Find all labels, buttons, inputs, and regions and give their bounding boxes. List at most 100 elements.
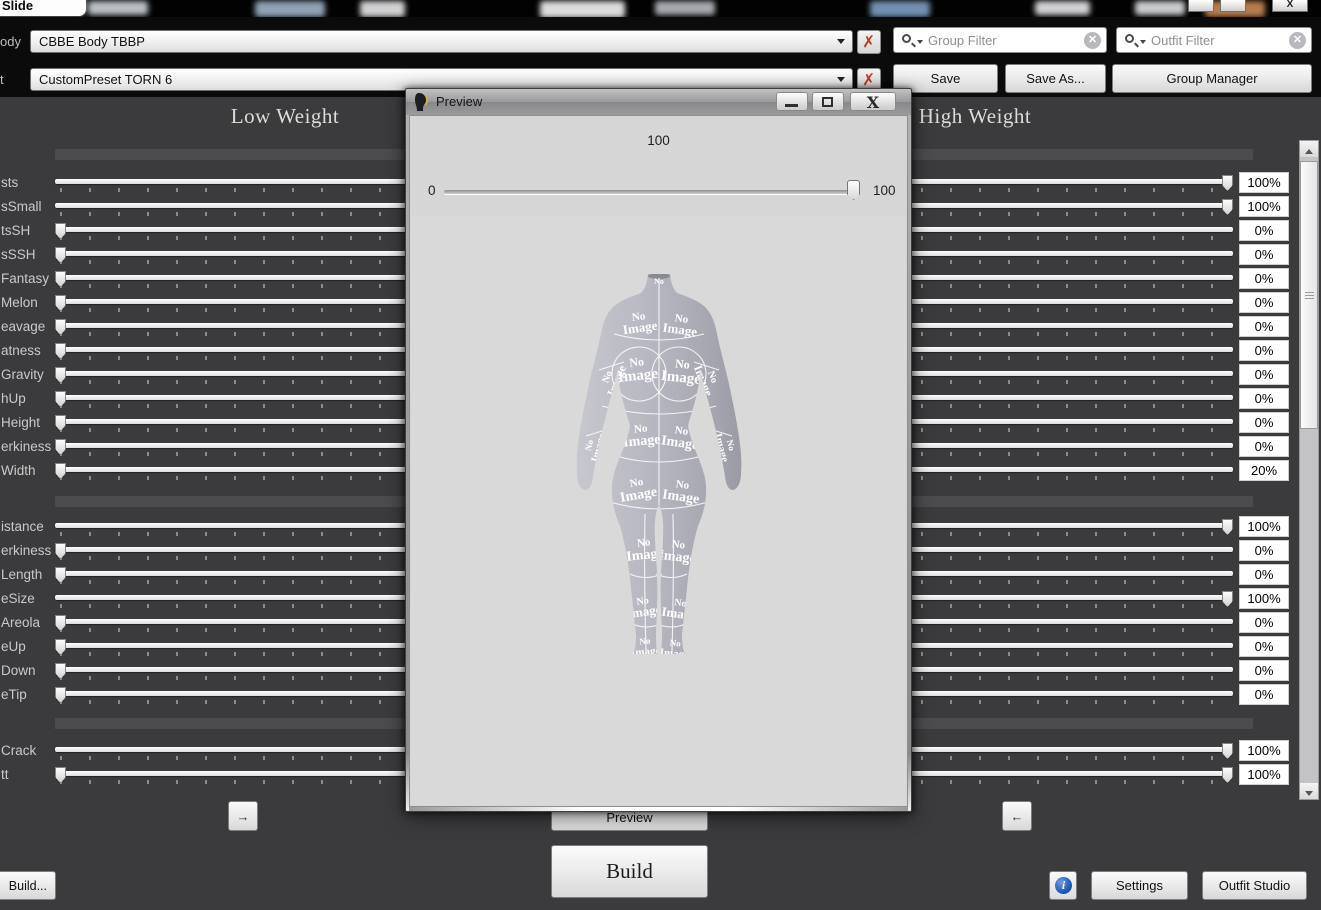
scroll-up-arrow[interactable] [1300,141,1318,157]
slider-label: eTip [1,687,27,702]
slider-value[interactable]: 0% [1239,268,1289,289]
send-high-to-low-button[interactable]: ← [1002,801,1032,831]
taskbar-thumbnail [655,1,715,15]
slider-value[interactable]: 0% [1239,540,1289,561]
slider-value[interactable]: 0% [1239,292,1289,313]
slider-value[interactable]: 0% [1239,612,1289,633]
preview-weight-slider-thumb[interactable] [847,180,860,200]
slider-value[interactable]: 0% [1239,388,1289,409]
slider-value[interactable]: 0% [1239,436,1289,457]
preview-content: 100 0 100 [409,115,908,807]
slider-label: sts [1,175,18,190]
slider-value[interactable]: 100% [1239,516,1289,537]
slider-value[interactable]: 0% [1239,364,1289,385]
taskbar-app-pill[interactable]: Slide [0,0,86,16]
svg-text:No: No [654,277,664,286]
slider-label: tsSH [1,223,30,238]
preview-weight-slider[interactable] [444,190,860,194]
preview-weight-min: 0 [428,183,436,198]
close-icon: X [867,93,879,112]
red-x-icon: ✗ [862,31,877,54]
preview-minimize-button[interactable] [776,92,808,111]
clear-group-filter-icon[interactable]: ✕ [1084,32,1101,49]
minimize-window-button[interactable] [1188,0,1214,12]
slider-label: atness [1,343,41,358]
delete-outfit-button[interactable]: ✗ [857,30,881,54]
slider-value[interactable]: 100% [1239,196,1289,217]
minimize-icon [785,104,798,107]
slider-label: hUp [1,391,26,406]
preview-maximize-button[interactable] [812,92,844,111]
search-options-chevron-icon[interactable] [1140,40,1146,44]
taskbar-thumbnail [1135,1,1185,15]
preview-titlebar[interactable]: Preview X [406,89,911,115]
slider-value[interactable]: 100% [1239,740,1289,761]
scrollbar-grip-icon [1305,292,1314,299]
body-model-preview[interactable]: No NoImage NoImage NoImage NoImage NoIma… [544,274,774,654]
chevron-down-icon [837,77,845,82]
outfit-filter-search[interactable]: ✕ [1116,27,1312,53]
background-taskbar: Slide X [0,0,1321,17]
slider-label: eavage [1,319,45,334]
slider-label: Crack [1,743,36,758]
scrollbar-thumb[interactable] [1300,161,1318,429]
slider-value[interactable]: 0% [1239,340,1289,361]
slider-label: Gravity [1,367,44,382]
preview-weight-value: 100 [410,133,907,148]
slider-label: Height [1,415,40,430]
preview-close-button[interactable]: X [850,92,896,111]
preview-weight-max: 100 [873,183,896,198]
build-button[interactable]: Build [551,845,708,898]
chevron-down-icon [837,39,845,44]
settings-button[interactable]: Settings [1091,871,1188,900]
close-window-button[interactable]: X [1272,0,1308,12]
modal-bottom-edge [409,807,908,811]
slider-value[interactable]: 0% [1239,660,1289,681]
info-icon: i [1055,877,1072,894]
slider-label: Width [1,463,36,478]
slider-value[interactable]: 100% [1239,172,1289,193]
slider-label: Areola [1,615,40,630]
vertical-scrollbar[interactable] [1299,140,1319,800]
slider-label: istance [1,519,44,534]
slider-value[interactable]: 0% [1239,244,1289,265]
about-button[interactable]: i [1049,871,1077,900]
slider-value[interactable]: 0% [1239,316,1289,337]
preview-3d-viewport[interactable]: No NoImage NoImage NoImage NoImage NoIma… [411,216,906,805]
clear-outfit-filter-icon[interactable]: ✕ [1289,32,1306,49]
group-manager-button[interactable]: Group Manager [1112,64,1312,93]
slider-value[interactable]: 0% [1239,564,1289,585]
save-as-button[interactable]: Save As... [1005,64,1106,93]
send-low-to-high-button[interactable]: → [228,801,258,831]
scroll-down-arrow[interactable] [1300,783,1318,799]
slider-value[interactable]: 0% [1239,684,1289,705]
slider-label: Down [1,663,36,678]
preset-dropdown-value: CustomPreset TORN 6 [39,72,172,87]
slider-label: sSmall [1,199,42,214]
search-options-chevron-icon[interactable] [917,40,923,44]
outfit-filter-input[interactable] [1151,30,1283,50]
preset-label: t [0,72,4,87]
preview-window: Preview X 100 0 100 [405,88,912,812]
slider-value[interactable]: 0% [1239,220,1289,241]
batch-build-button[interactable]: Build... [0,871,56,900]
slider-value[interactable]: 20% [1239,460,1289,481]
slider-label: tt [1,767,9,782]
outfit-dropdown-value: CBBE Body TBBP [39,34,145,49]
taskbar-thumbnail [540,1,625,17]
slider-value[interactable]: 100% [1239,588,1289,609]
slider-value[interactable]: 0% [1239,412,1289,433]
taskbar-thumbnail [870,1,930,17]
slider-value[interactable]: 100% [1239,764,1289,785]
taskbar-thumbnail [360,1,405,17]
group-filter-search[interactable]: ✕ [893,27,1107,53]
search-icon [902,34,911,43]
group-filter-input[interactable] [928,30,1078,50]
search-icon [1125,34,1134,43]
slider-label: sSSH [1,247,36,262]
outfit-studio-button[interactable]: Outfit Studio [1202,871,1307,900]
outfit-dropdown[interactable]: CBBE Body TBBP [30,30,853,53]
slider-value[interactable]: 0% [1239,636,1289,657]
slider-label: eUp [1,639,26,654]
maximize-window-button[interactable] [1220,0,1246,12]
